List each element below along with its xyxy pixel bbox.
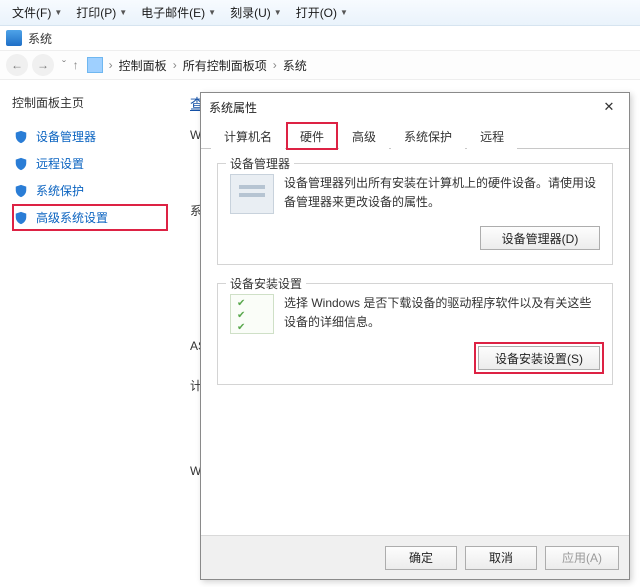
crumb-all-items[interactable]: 所有控制面板项 xyxy=(183,57,267,74)
tool-row: 系统 xyxy=(0,26,640,50)
cancel-button[interactable]: 取消 xyxy=(465,546,537,570)
system-icon xyxy=(6,30,22,46)
system-properties-dialog: 系统属性 ✕ 计算机名 硬件 高级 系统保护 远程 设备管理器 设备管理器列出所… xyxy=(200,92,630,580)
sidebar-title: 控制面板主页 xyxy=(12,94,168,111)
sidebar-link-advanced-settings[interactable]: 高级系统设置 xyxy=(12,204,168,231)
ok-button[interactable]: 确定 xyxy=(385,546,457,570)
tab-remote[interactable]: 远程 xyxy=(467,123,517,149)
tool-row-label: 系统 xyxy=(28,30,52,47)
dialog-titlebar: 系统属性 ✕ xyxy=(201,93,629,121)
shield-icon xyxy=(14,210,28,226)
chevron-down-icon: ▼ xyxy=(54,8,62,17)
sidebar-link-system-protection[interactable]: 系统保护 xyxy=(12,177,168,204)
control-panel-icon xyxy=(87,57,103,73)
sidebar: 控制面板主页 设备管理器 远程设置 系统保护 高级系统设置 xyxy=(0,80,180,587)
tab-hardware[interactable]: 硬件 xyxy=(287,123,337,149)
apply-button[interactable]: 应用(A) xyxy=(545,546,619,570)
menu-file[interactable]: 文件(F)▼ xyxy=(6,2,68,23)
group-device-install: 设备安装设置 选择 Windows 是否下载设备的驱动程序软件以及有关这些设备的… xyxy=(217,283,613,385)
sidebar-link-remote-settings[interactable]: 远程设置 xyxy=(12,150,168,177)
breadcrumb[interactable]: › 控制面板 › 所有控制面板项 › 系统 xyxy=(87,57,307,74)
breadcrumb-bar: ← → ˇ ↑ › 控制面板 › 所有控制面板项 › 系统 xyxy=(0,50,640,80)
menu-bar: 文件(F)▼ 打印(P)▼ 电子邮件(E)▼ 刻录(U)▼ 打开(O)▼ xyxy=(0,0,640,26)
menu-open[interactable]: 打开(O)▼ xyxy=(290,2,354,23)
dialog-body: 设备管理器 设备管理器列出所有安装在计算机上的硬件设备。请使用设备管理器来更改设… xyxy=(201,149,629,535)
crumb-control-panel[interactable]: 控制面板 xyxy=(119,57,167,74)
group-device-manager: 设备管理器 设备管理器列出所有安装在计算机上的硬件设备。请使用设备管理器来更改设… xyxy=(217,163,613,265)
shield-icon xyxy=(14,129,28,145)
tab-advanced[interactable]: 高级 xyxy=(339,123,389,149)
device-manager-icon xyxy=(230,174,274,214)
menu-print[interactable]: 打印(P)▼ xyxy=(70,2,133,23)
nav-forward-button[interactable]: → xyxy=(32,54,54,76)
tab-system-protection[interactable]: 系统保护 xyxy=(391,123,465,149)
group-legend: 设备管理器 xyxy=(226,155,294,172)
group-legend: 设备安装设置 xyxy=(226,275,306,292)
shield-icon xyxy=(14,183,28,199)
device-install-desc: 选择 Windows 是否下载设备的驱动程序软件以及有关这些设备的详细信息。 xyxy=(284,294,600,334)
close-button[interactable]: ✕ xyxy=(597,97,621,117)
nav-back-button[interactable]: ← xyxy=(6,54,28,76)
menu-burn[interactable]: 刻录(U)▼ xyxy=(224,2,288,23)
dialog-footer: 确定 取消 应用(A) xyxy=(201,535,629,579)
device-manager-button[interactable]: 设备管理器(D) xyxy=(480,226,600,250)
device-manager-desc: 设备管理器列出所有安装在计算机上的硬件设备。请使用设备管理器来更改设备的属性。 xyxy=(284,174,600,214)
sidebar-link-device-manager[interactable]: 设备管理器 xyxy=(12,123,168,150)
dialog-tabs: 计算机名 硬件 高级 系统保护 远程 xyxy=(201,121,629,149)
crumb-system[interactable]: 系统 xyxy=(283,57,307,74)
nav-up-button[interactable]: ˇ ↑ xyxy=(62,58,79,72)
dialog-title: 系统属性 xyxy=(209,99,257,116)
device-install-settings-button[interactable]: 设备安装设置(S) xyxy=(478,346,600,370)
device-install-icon xyxy=(230,294,274,334)
tab-computer-name[interactable]: 计算机名 xyxy=(211,123,285,149)
shield-icon xyxy=(14,156,28,172)
menu-email[interactable]: 电子邮件(E)▼ xyxy=(135,2,222,23)
